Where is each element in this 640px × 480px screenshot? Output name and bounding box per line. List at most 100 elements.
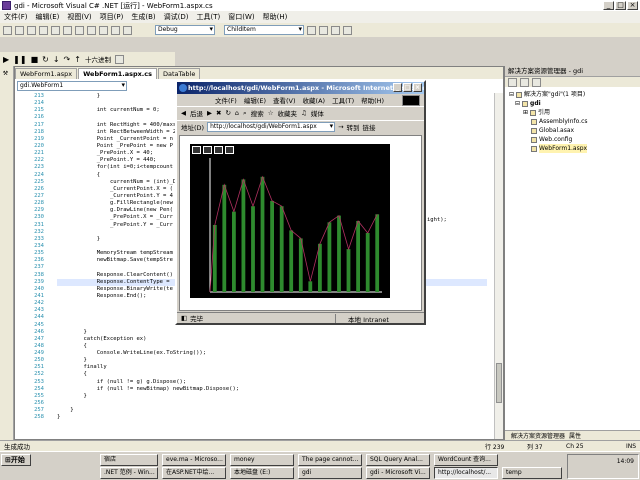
code-line[interactable] <box>57 400 487 407</box>
search-button[interactable]: 搜索 <box>251 108 264 118</box>
code-line[interactable]: } <box>57 407 487 414</box>
code-line[interactable]: } <box>57 357 487 364</box>
tree-item-webform1[interactable]: WebForm1.aspx <box>509 144 588 153</box>
toolbox-dock[interactable]: ⚒ <box>0 66 14 440</box>
config-combo[interactable]: Debug <box>155 25 215 35</box>
taskbar-item-10[interactable]: gdi <box>298 467 362 479</box>
refresh-page-icon[interactable]: ↻ <box>225 109 230 117</box>
taskbar-item-11[interactable]: gdi - Microsoft Vi... <box>366 467 430 479</box>
ie-menu-tools[interactable]: 工具(T) <box>332 95 354 105</box>
save-icon[interactable] <box>39 25 48 35</box>
tab-webform1-aspx[interactable]: WebForm1.aspx <box>15 68 78 79</box>
toolbox-tab-icon[interactable]: ⚒ <box>2 70 9 77</box>
properties-small-icon[interactable] <box>532 78 541 87</box>
generated-chart-image[interactable] <box>190 144 390 298</box>
forward-icon[interactable]: ▶ <box>207 109 212 117</box>
stop-icon[interactable]: ■ <box>31 55 39 64</box>
taskbar-item-12[interactable]: http://localhost/... <box>434 467 498 479</box>
show-all-files-icon[interactable] <box>520 78 529 87</box>
search-icon[interactable]: ⌕ <box>243 109 247 118</box>
code-line[interactable]: Console.WriteLine(ex.ToString()); <box>57 350 487 357</box>
ie-menu-help[interactable]: 帮助(H) <box>361 95 384 105</box>
code-line[interactable]: { <box>57 371 487 378</box>
breakpoints-icon[interactable] <box>114 54 124 64</box>
menu-build[interactable]: 生成(B) <box>131 12 155 22</box>
code-line[interactable]: } <box>57 329 487 336</box>
menu-help[interactable]: 帮助(H) <box>263 12 288 22</box>
home-icon[interactable]: ⌂ <box>235 109 239 117</box>
code-line[interactable]: catch(Exception ex) <box>57 336 487 343</box>
maximize-button[interactable]: □ <box>615 1 626 10</box>
close-button[interactable]: × <box>627 1 638 10</box>
tree-item-solution[interactable]: ⊟ 解决方案"gdi"(1 项目) <box>509 90 588 99</box>
pause-icon[interactable]: ❚❚ <box>13 55 26 64</box>
code-line[interactable]: } <box>57 393 487 400</box>
hex-button[interactable]: 十六进制 <box>85 54 111 64</box>
find-combo[interactable]: ChildItem <box>224 25 304 35</box>
go-button[interactable]: 转到 <box>347 122 360 132</box>
step-into-icon[interactable]: ↓ <box>53 55 60 64</box>
step-out-icon[interactable]: ↑ <box>74 55 81 64</box>
taskbar-item-9[interactable]: 本地磁盘 (E:) <box>230 467 294 479</box>
save-image-icon[interactable] <box>192 146 201 154</box>
ie-minimize-button[interactable]: _ <box>393 83 402 92</box>
back-button[interactable]: 后退 <box>190 108 203 118</box>
properties-icon[interactable] <box>331 25 340 35</box>
taskbar-item-13[interactable]: temp <box>502 467 562 479</box>
menu-view[interactable]: 视图(V) <box>67 12 91 22</box>
start-icon[interactable] <box>123 25 132 35</box>
add-item-icon[interactable] <box>15 25 24 35</box>
save-all-icon[interactable] <box>51 25 60 35</box>
taskbar-item-6[interactable]: WordCount 查询... <box>434 454 498 466</box>
links-button[interactable]: 链接 <box>363 122 376 132</box>
favorites-button[interactable]: 收藏夹 <box>278 108 298 118</box>
copy-icon[interactable] <box>75 25 84 35</box>
taskbar-item-4[interactable]: The page cannot... <box>298 454 362 466</box>
stop-page-icon[interactable]: ✖ <box>216 109 221 117</box>
tab-datatable[interactable]: DataTable <box>158 68 201 79</box>
code-line[interactable]: if (null != newBitmap) newBitmap.Dispose… <box>57 386 487 393</box>
tree-item-global-asax[interactable]: Global.asax <box>509 126 588 135</box>
favorites-icon[interactable]: ☆ <box>268 109 274 117</box>
toolbox-icon[interactable] <box>343 25 352 35</box>
tab-solution-explorer[interactable]: 解决方案资源管理器 <box>511 431 565 440</box>
email-image-icon[interactable] <box>214 146 223 154</box>
redo-icon[interactable] <box>111 25 120 35</box>
code-line[interactable]: } <box>57 414 487 421</box>
menu-tools[interactable]: 工具(T) <box>196 12 220 22</box>
refresh-icon[interactable] <box>508 78 517 87</box>
class-combo[interactable]: gdi.WebForm1 <box>17 81 127 91</box>
new-project-icon[interactable] <box>3 25 12 35</box>
ie-menu-file[interactable]: 文件(F) <box>215 95 237 105</box>
code-line[interactable]: if (null != g) g.Dispose(); <box>57 379 487 386</box>
step-over-icon[interactable]: ↷ <box>64 55 71 64</box>
print-image-icon[interactable] <box>203 146 212 154</box>
find-icon[interactable] <box>307 25 316 35</box>
taskbar-item-7[interactable]: .NET 范例 - Win... <box>100 467 158 479</box>
ie-maximize-button[interactable]: □ <box>403 83 412 92</box>
ie-menu-favorites[interactable]: 收藏(A) <box>303 95 326 105</box>
tab-webform1-aspx-cs[interactable]: WebForm1.aspx.cs <box>78 68 157 79</box>
back-icon[interactable]: ◀ <box>181 109 186 117</box>
tab-properties[interactable]: 属性 <box>569 431 581 440</box>
ie-page-content[interactable] <box>179 135 422 311</box>
minimize-button[interactable]: _ <box>603 1 614 10</box>
solution-explorer-icon[interactable] <box>319 25 328 35</box>
go-arrow-icon[interactable]: → <box>338 123 343 131</box>
menu-window[interactable]: 窗口(W) <box>228 12 254 22</box>
undo-icon[interactable] <box>99 25 108 35</box>
tree-item-assemblyinfo[interactable]: AssemblyInfo.cs <box>509 117 588 126</box>
paste-icon[interactable] <box>87 25 96 35</box>
code-line[interactable]: finally <box>57 364 487 371</box>
ie-title-bar[interactable]: http://localhost/gdi/WebForm1.aspx - Mic… <box>177 82 424 94</box>
tree-item-web-config[interactable]: Web.config <box>509 135 588 144</box>
menu-edit[interactable]: 编辑(E) <box>36 12 60 22</box>
ie-close-button[interactable]: × <box>413 83 422 92</box>
taskbar-item-1[interactable]: 宿店 <box>100 454 158 466</box>
clock[interactable]: 14:09 <box>617 458 634 465</box>
media-button[interactable]: 媒体 <box>311 108 324 118</box>
taskbar-item-2[interactable]: eve.ma - Microso... <box>162 454 226 466</box>
my-pictures-icon[interactable] <box>225 146 234 154</box>
cut-icon[interactable] <box>63 25 72 35</box>
tree-item-project[interactable]: ⊟ gdi <box>509 99 588 108</box>
